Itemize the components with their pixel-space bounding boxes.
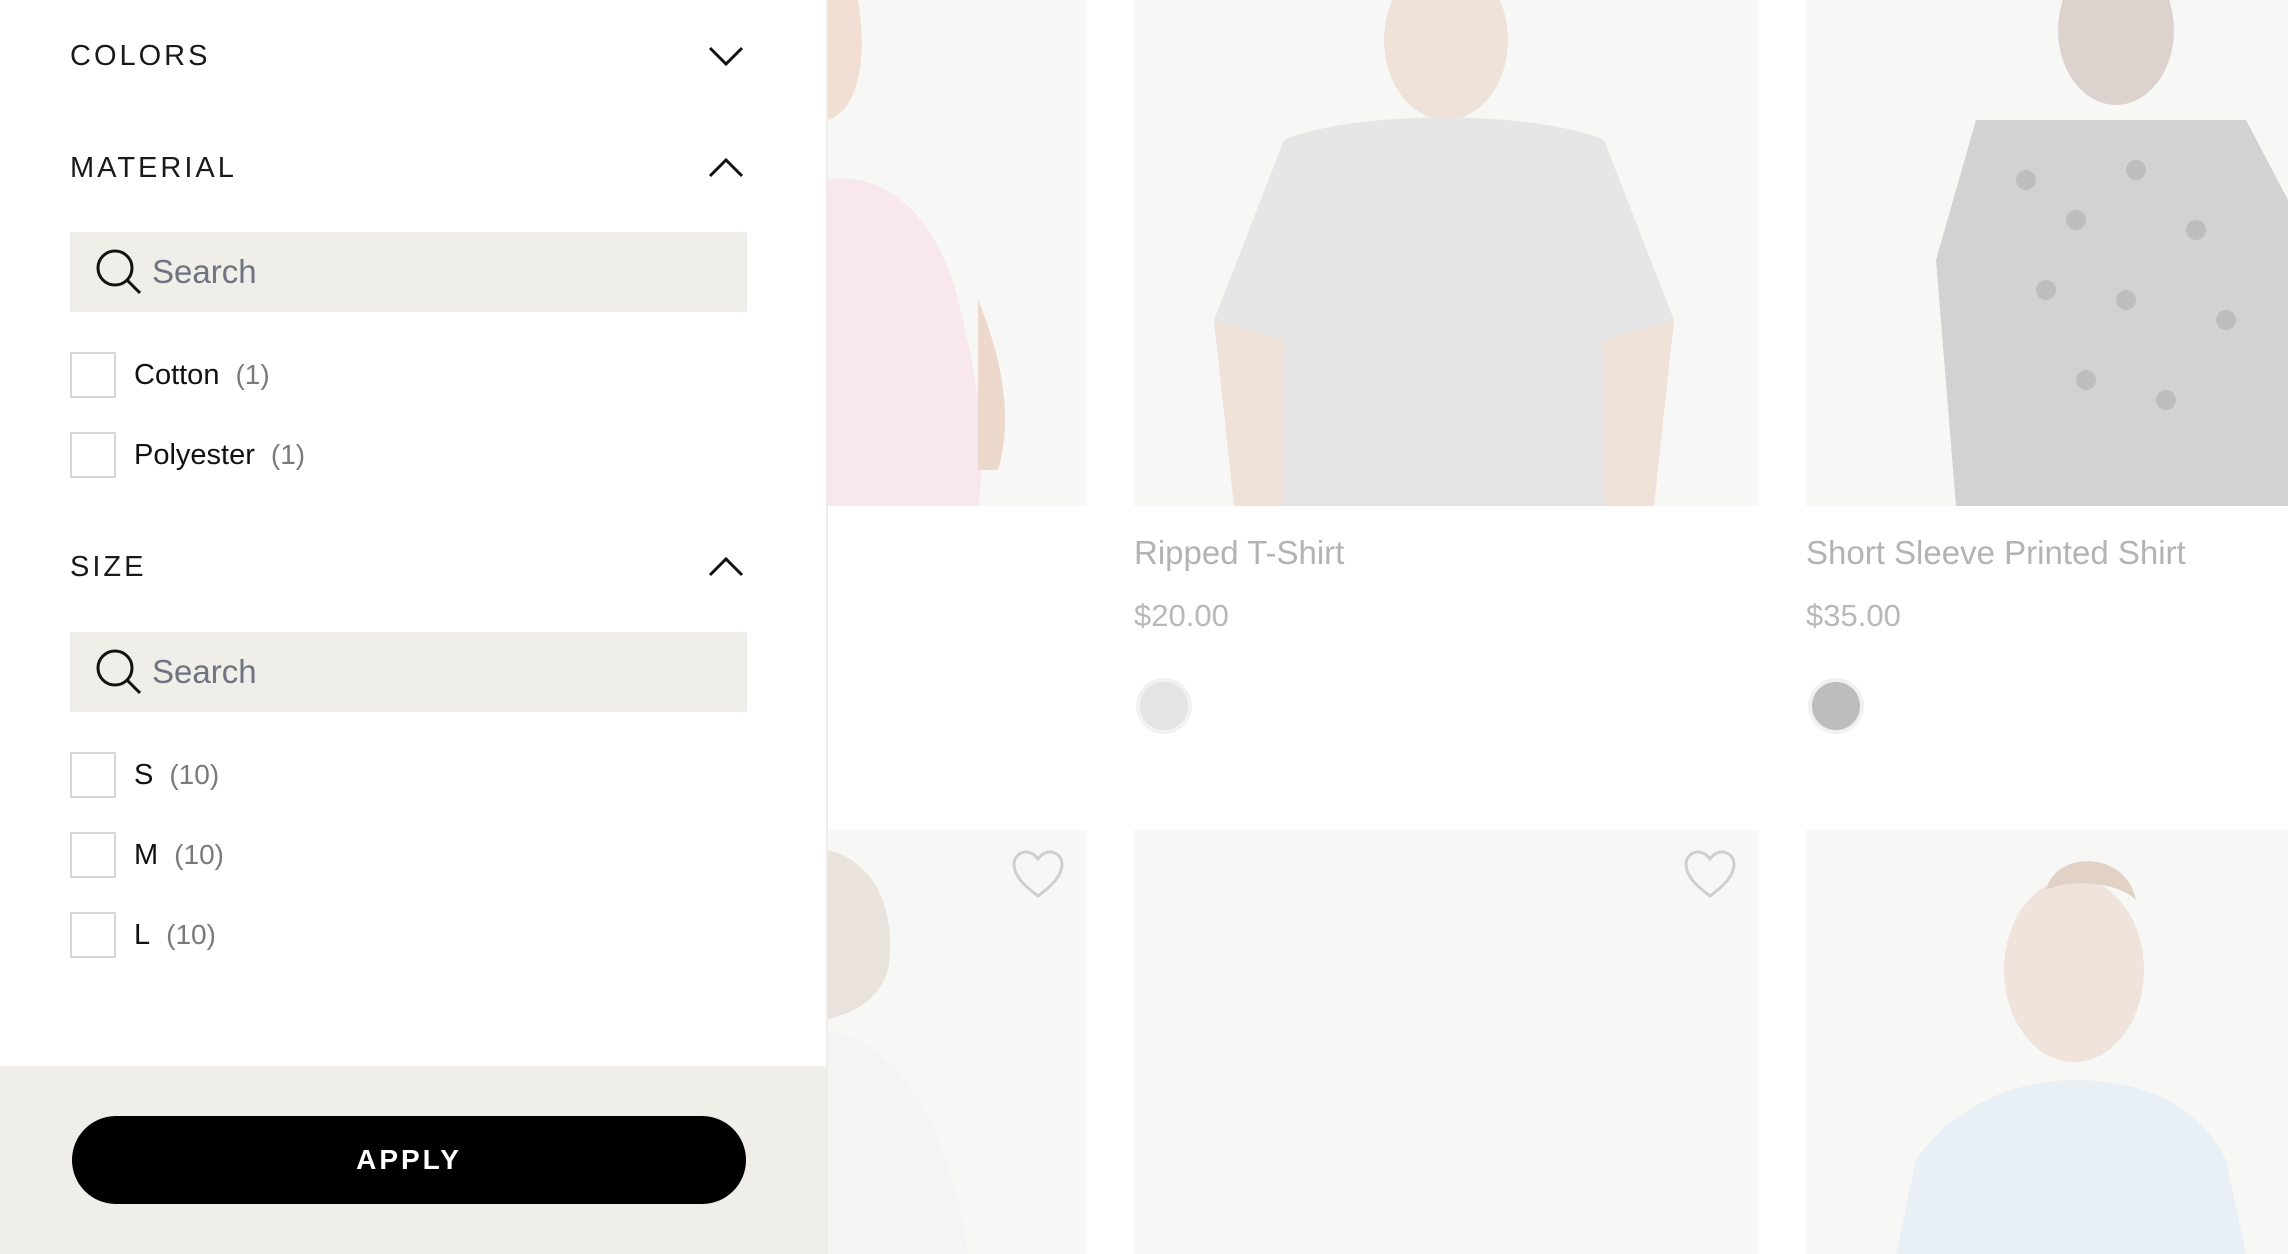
checkbox[interactable] xyxy=(70,352,116,398)
product-image[interactable] xyxy=(1134,830,1758,1254)
size-search[interactable] xyxy=(70,632,747,712)
checkbox[interactable] xyxy=(70,912,116,958)
option-count: (10) xyxy=(169,759,220,790)
product-price: $35.00 xyxy=(1806,598,1901,633)
checkbox[interactable] xyxy=(70,432,116,478)
product-image[interactable] xyxy=(1806,830,2288,1254)
section-title: SIZE xyxy=(70,550,147,583)
search-icon xyxy=(96,249,142,295)
size-option[interactable]: L (10) xyxy=(70,910,216,960)
chevron-up-icon[interactable] xyxy=(706,148,746,188)
filter-section-size[interactable]: SIZE xyxy=(70,537,746,597)
option-label: Cotton xyxy=(134,358,220,391)
filter-section-colors[interactable]: COLORS xyxy=(70,26,746,86)
heart-icon[interactable] xyxy=(1682,848,1738,900)
color-swatch[interactable] xyxy=(1136,678,1192,734)
option-count: (1) xyxy=(270,439,306,470)
size-search-input[interactable] xyxy=(150,652,714,692)
section-title: MATERIAL xyxy=(70,151,237,184)
option-count: (10) xyxy=(166,919,216,950)
product-title[interactable]: Short Sleeve Printed Shirt xyxy=(1806,534,2186,572)
option-label: L xyxy=(134,918,151,951)
section-title: COLORS xyxy=(70,39,211,72)
chevron-down-icon[interactable] xyxy=(706,36,746,76)
product-image[interactable] xyxy=(1134,0,1758,506)
product-image[interactable] xyxy=(1806,0,2288,506)
color-swatch[interactable] xyxy=(1808,678,1864,734)
filter-section-material[interactable]: MATERIAL xyxy=(70,138,746,198)
material-search[interactable] xyxy=(70,232,747,312)
size-option[interactable]: S (10) xyxy=(70,750,219,800)
product-title[interactable]: Ripped T-Shirt xyxy=(1134,534,1344,572)
checkbox[interactable] xyxy=(70,832,116,878)
option-count: (1) xyxy=(235,359,270,390)
chevron-up-icon[interactable] xyxy=(706,547,746,587)
checkbox[interactable] xyxy=(70,752,116,798)
product-price: $20.00 xyxy=(1134,598,1229,633)
apply-button[interactable]: APPLY xyxy=(72,1116,746,1204)
search-icon xyxy=(96,649,142,695)
option-count: (10) xyxy=(174,839,224,870)
option-label: S xyxy=(134,758,154,791)
material-option[interactable]: Cotton (1) xyxy=(70,350,270,400)
option-label: Polyester xyxy=(134,438,255,471)
material-option[interactable]: Polyester (1) xyxy=(70,430,305,480)
heart-icon[interactable] xyxy=(1010,848,1066,900)
material-search-input[interactable] xyxy=(150,252,714,292)
filter-drawer: COLORS MATERIAL Cotton (1) Polyester (1)… xyxy=(0,0,828,1254)
product-image[interactable] xyxy=(828,0,1086,506)
size-option[interactable]: M (10) xyxy=(70,830,224,880)
option-label: M xyxy=(134,838,159,871)
